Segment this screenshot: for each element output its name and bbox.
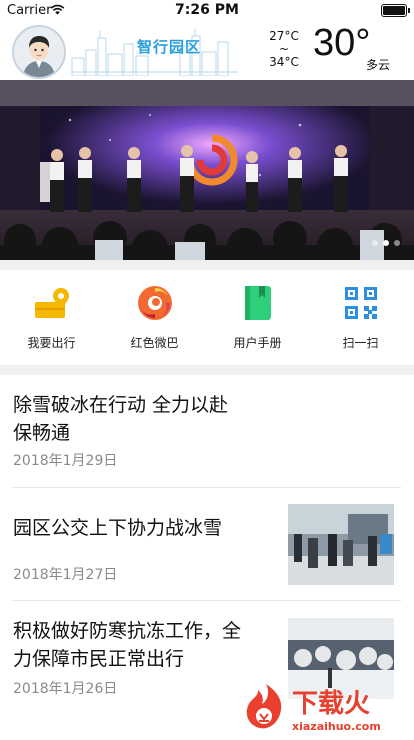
qr-scan-icon [345,287,377,319]
banner-carousel[interactable] [0,80,414,260]
quick-action-label: 我要出行 [27,336,76,350]
quick-action-red-bus[interactable]: 红色微巴 [103,270,206,365]
news-title: 除雪破冰在行动 全力以赴 保畅通 [13,394,229,444]
quick-action-label: 用户手册 [233,336,282,350]
banner-photo [0,80,414,260]
news-item[interactable]: 园区公交上下协力战冰雪 2018年1月27日 [0,488,414,601]
news-thumbnail [288,504,394,585]
watermark-text: 下载火 [292,689,370,719]
app-brand-title: 智行园区 [137,38,202,56]
site-watermark: 下载火 xiazaihuo.com [244,680,414,736]
quick-action-travel[interactable]: 我要出行 [0,270,103,365]
temperature-range: 27°C ~ 34°C [266,30,302,69]
carousel-dot-active[interactable] [383,240,389,246]
swirl-logo-icon [138,286,172,320]
section-divider [0,365,414,375]
section-divider [0,260,414,270]
news-item[interactable]: 除雪破冰在行动 全力以赴 保畅通 2018年1月29日 [0,375,414,488]
watermark-logo-icon: 下载火 xiazaihuo.com [246,684,381,733]
carousel-dot[interactable] [394,240,400,246]
news-date: 2018年1月27日 [13,567,118,583]
book-icon [245,286,271,320]
news-title: 园区公交上下协力战冰雪 [13,517,223,539]
quick-action-scan[interactable]: 扫一扫 [309,270,412,365]
news-title: 积极做好防寒抗冻工作，全 力保障市民正常出行 [13,620,242,670]
app-header: 智行园区 27°C ~ 34°C 30° 多云 [0,20,414,80]
clock: 7:26 PM [175,2,239,18]
avatar-icon [14,27,64,77]
news-date: 2018年1月29日 [13,453,118,469]
temp-low: 34°C [269,55,299,69]
quick-action-user-manual[interactable]: 用户手册 [206,270,309,365]
quick-action-label: 红色微巴 [130,336,179,350]
carousel-indicator [367,231,400,250]
watermark-url: xiazaihuo.com [292,720,381,733]
news-date: 2018年1月26日 [13,681,118,697]
user-avatar[interactable] [12,25,66,79]
weather-condition: 多云 [366,58,391,72]
map-pin-icon [35,288,69,318]
current-temperature: 30° [313,22,371,64]
quick-actions-bar: 我要出行 红色微巴 用户手册 扫一扫 [0,270,414,365]
carousel-dot[interactable] [372,240,378,246]
quick-action-label: 扫一扫 [342,336,379,350]
news-thumbnail-image [288,504,394,585]
battery-icon [381,4,410,17]
status-bar: Carrier 7:26 PM [0,0,414,20]
